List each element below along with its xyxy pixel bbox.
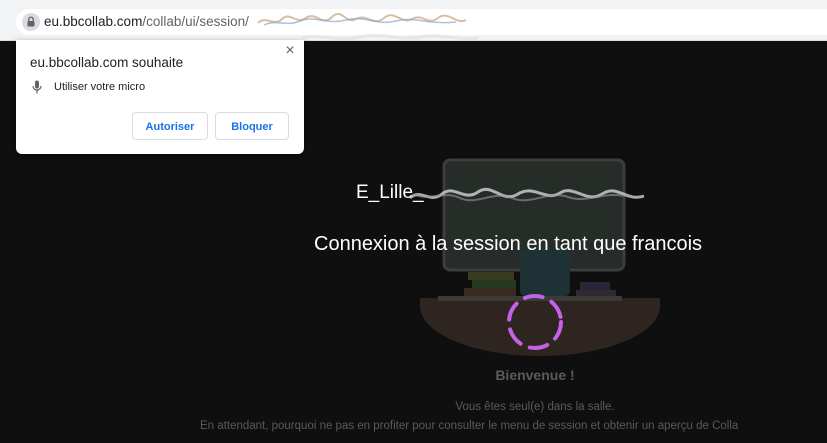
- meanwhile-message: En attendant, pourquoi ne pas en profite…: [200, 420, 739, 432]
- block-button[interactable]: Bloquer: [215, 112, 289, 140]
- alone-message: Vous êtes seul(e) dans la salle.: [455, 401, 615, 413]
- permission-text: Utiliser votre micro: [54, 81, 146, 93]
- allow-button[interactable]: Autoriser: [132, 112, 208, 140]
- loading-spinner-icon: [507, 294, 563, 350]
- popup-title: eu.bbcollab.com souhaite: [30, 55, 184, 70]
- redacted-url-scribble: [257, 13, 467, 26]
- mic-permission-popup: eu.bbcollab.com souhaite × Utiliser votr…: [16, 40, 304, 154]
- url-text[interactable]: eu.bbcollab.com/collab/ui/session/: [44, 12, 249, 32]
- connecting-message: Connexion à la session en tant que franc…: [314, 233, 703, 255]
- url-path: /collab/ui/session/: [142, 14, 249, 29]
- welcome-title: Bienvenue !: [495, 367, 575, 383]
- microphone-icon: [32, 80, 42, 94]
- lock-icon[interactable]: [22, 13, 40, 31]
- redacted-scribble: [301, 33, 479, 41]
- redacted-session-name: [408, 188, 645, 202]
- close-icon[interactable]: ×: [282, 43, 298, 59]
- url-host: eu.bbcollab.com: [44, 14, 143, 29]
